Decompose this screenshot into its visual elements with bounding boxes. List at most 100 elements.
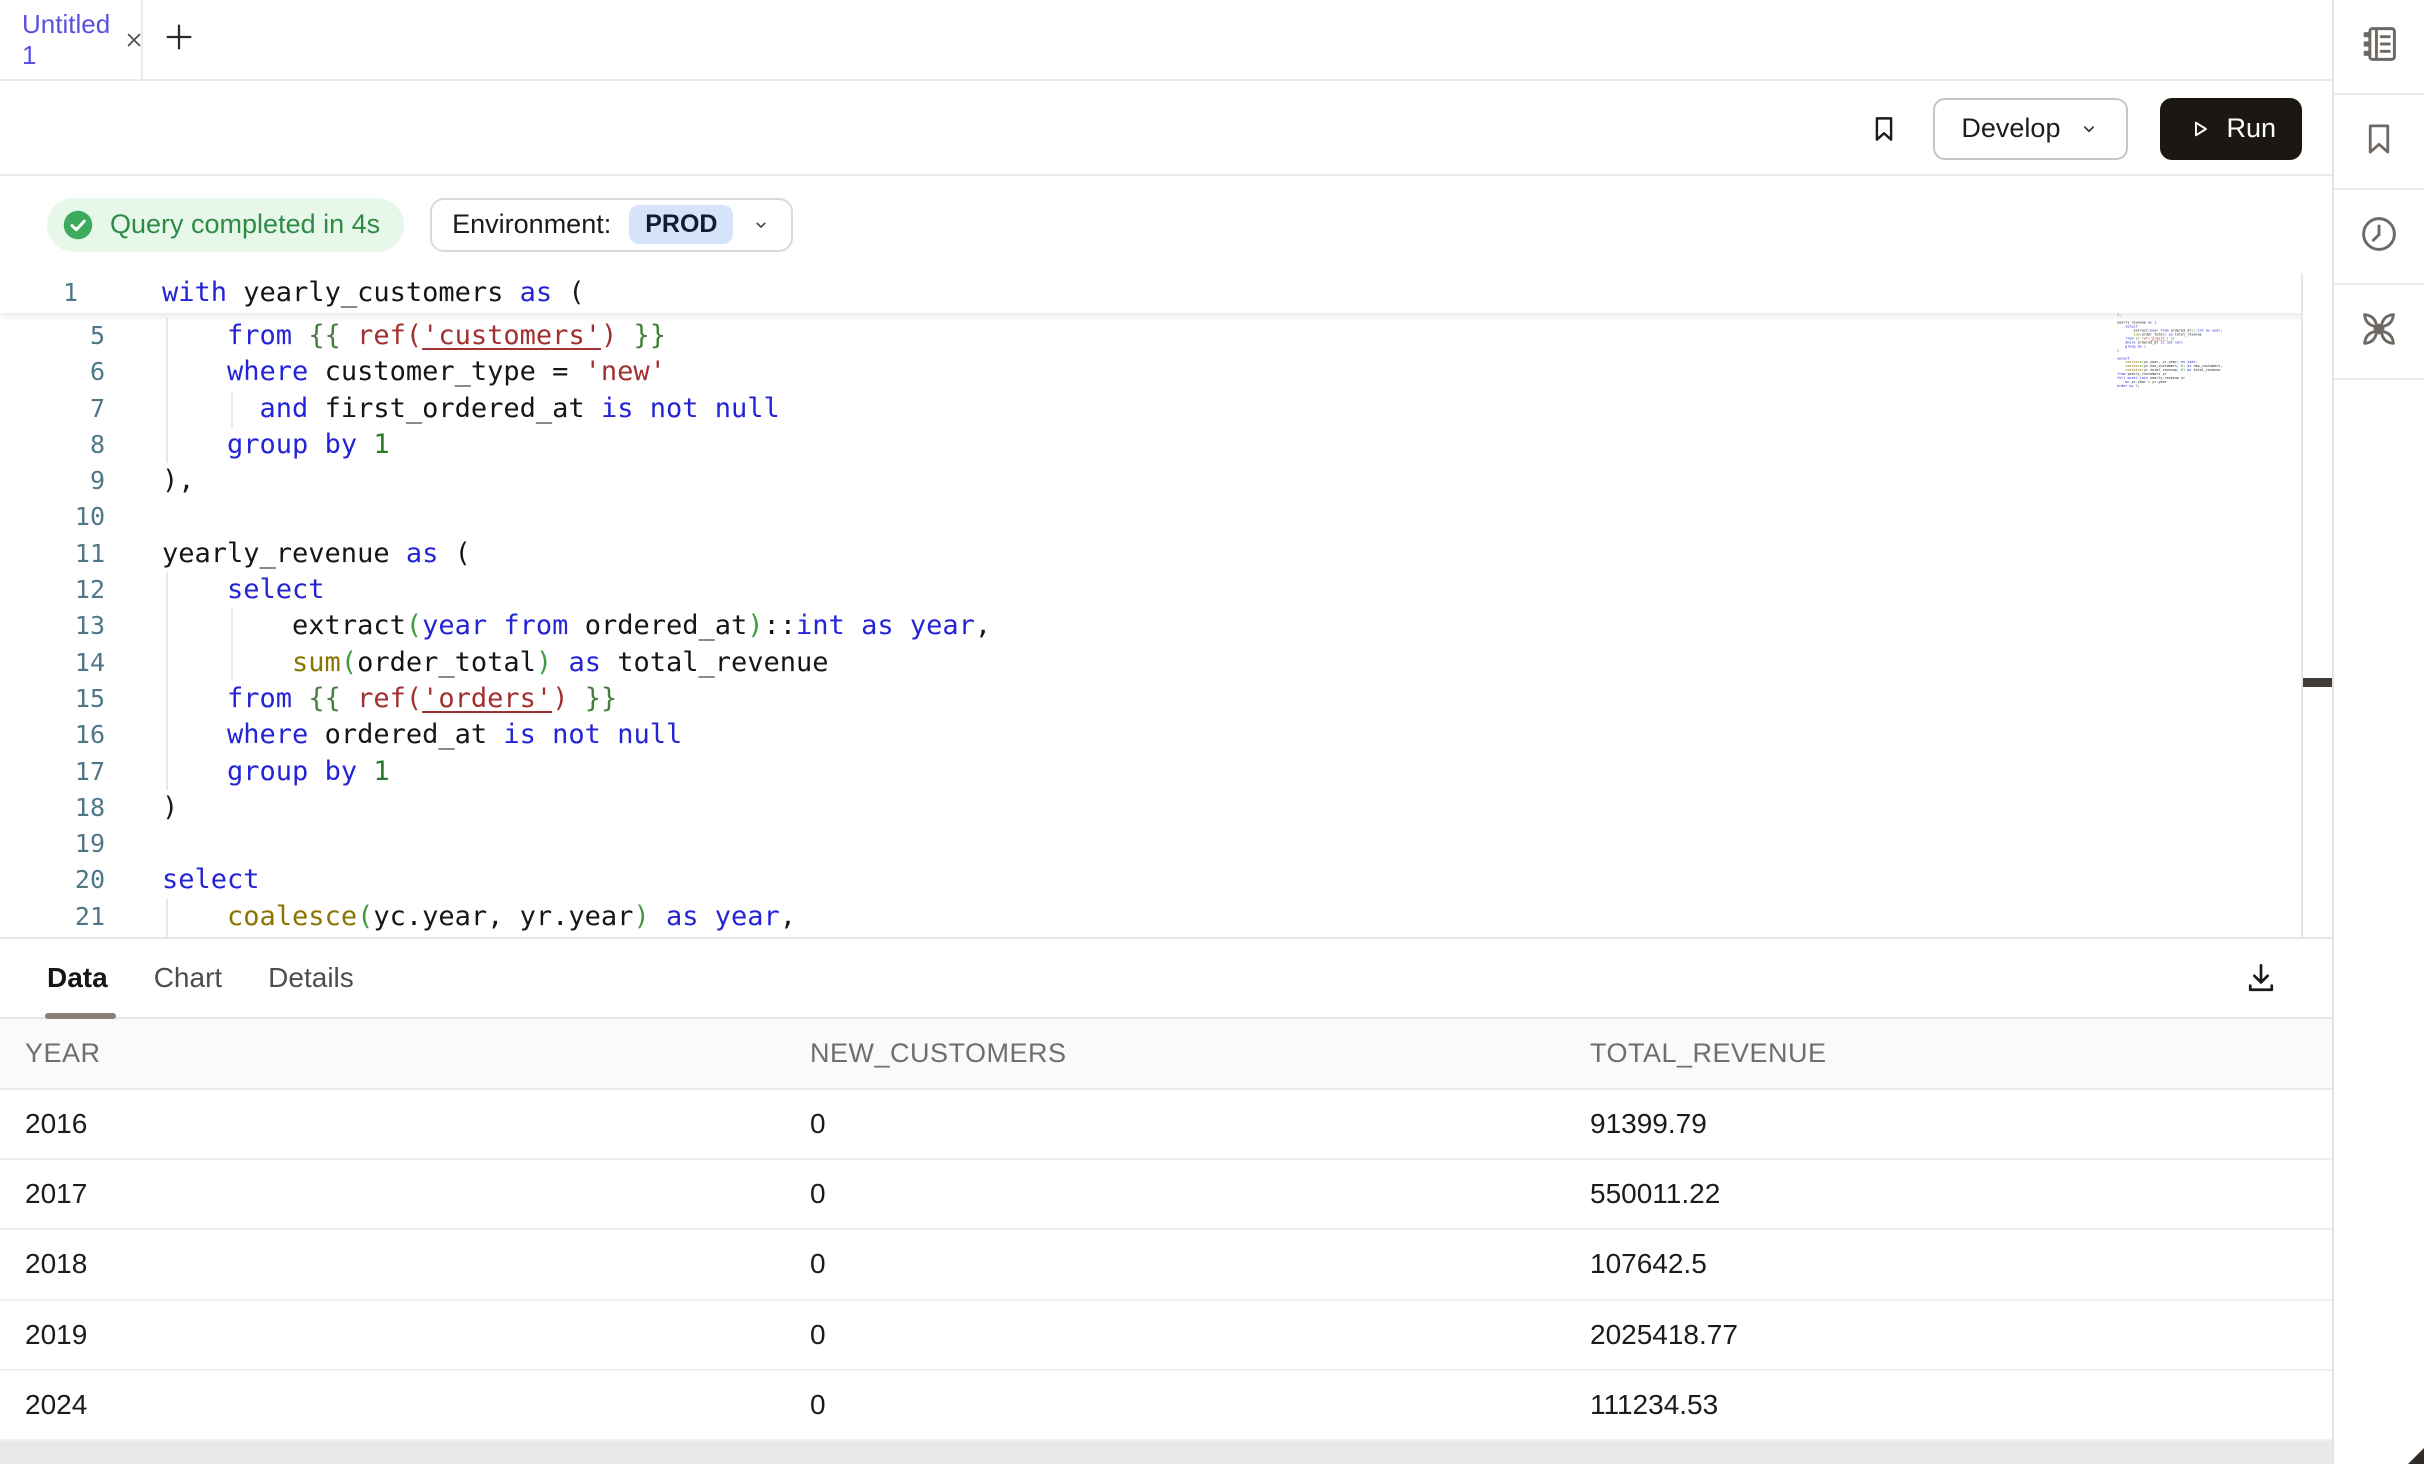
code-line: 8 group by 1 (0, 427, 2301, 463)
code-line: 14 sum(order_total) as total_revenue (0, 645, 2301, 681)
indent-guide (166, 681, 168, 717)
app-window: Untitled 1 Develop Run (0, 0, 2424, 1464)
results-tab-details[interactable]: Details (268, 939, 354, 1017)
line-number: 8 (0, 427, 105, 463)
line-number: 21 (0, 899, 105, 935)
table-cell: 2017 (0, 1178, 785, 1210)
results-tab-chart[interactable]: Chart (154, 939, 222, 1017)
minimap[interactable]: with yearly_customers as ( select extrac… (2117, 281, 2332, 937)
code-line: 10 (0, 499, 2301, 535)
table-row: 201902025418.77 (0, 1301, 2332, 1371)
indent-guide (231, 645, 233, 681)
rail-button-history[interactable] (2334, 190, 2424, 285)
table-cell: 2018 (0, 1248, 785, 1280)
scrollbar-thumb[interactable] (2303, 678, 2332, 687)
line-number: 5 (0, 318, 105, 354)
line-number: 18 (0, 790, 105, 826)
line-number: 6 (0, 354, 105, 390)
line-number: 10 (0, 499, 105, 535)
code-line: 1with yearly_customers as ( (0, 273, 2332, 313)
bookmark-icon (1867, 112, 1901, 146)
check-circle-icon (60, 207, 96, 243)
horizontal-scrollbar[interactable] (0, 1441, 2332, 1464)
table-cell: 550011.22 (1565, 1178, 2332, 1210)
toolbar: Develop Run (0, 83, 2332, 176)
table-cell: 0 (785, 1319, 1565, 1351)
code-line: 13 extract(year from ordered_at)::int as… (0, 608, 2301, 644)
code-editor[interactable]: 1with yearly_customers as ( 5 from {{ re… (0, 273, 2332, 937)
bookmark-button[interactable] (1867, 112, 1901, 146)
table-row: 20180107642.5 (0, 1230, 2332, 1300)
table-body: 2016091399.7920170550011.2220180107642.5… (0, 1090, 2332, 1441)
copilot-icon (2356, 306, 2402, 357)
table-cell: 91399.79 (1565, 1108, 2332, 1140)
indent-guide (166, 318, 168, 354)
download-button[interactable] (2242, 959, 2280, 997)
table-row: 2016091399.79 (0, 1090, 2332, 1160)
rail-button-notebook[interactable] (2334, 0, 2424, 95)
indent-guide (166, 354, 168, 390)
history-icon (2357, 212, 2401, 261)
results-tab-data[interactable]: Data (47, 939, 108, 1017)
indent-guide (231, 608, 233, 644)
notebook-icon (2357, 22, 2401, 71)
table-cell: 2024 (0, 1389, 785, 1421)
indent-guide (166, 391, 168, 427)
table-cell: 2016 (0, 1108, 785, 1140)
develop-button[interactable]: Develop (1933, 98, 2128, 160)
line-number: 9 (0, 463, 105, 499)
table-cell: 107642.5 (1565, 1248, 2332, 1280)
line-number: 12 (0, 572, 105, 608)
table-cell: 0 (785, 1248, 1565, 1280)
tab-untitled-1[interactable]: Untitled 1 (0, 0, 143, 79)
line-number: 14 (0, 645, 105, 681)
table-cell: 0 (785, 1389, 1565, 1421)
environment-badge: PROD (629, 205, 733, 244)
indent-guide (166, 899, 168, 935)
environment-selector[interactable]: Environment: PROD (430, 198, 793, 252)
indent-guide (166, 608, 168, 644)
chevron-down-icon (751, 215, 771, 235)
plus-icon (162, 20, 196, 59)
column-header: TOTAL_REVENUE (1565, 1038, 2332, 1069)
code-lines: 5 from {{ ref('customers') }}6 where cus… (0, 318, 2301, 937)
code-line: 18) (0, 790, 2301, 826)
query-status-text: Query completed in 4s (110, 209, 380, 240)
indent-guide (166, 754, 168, 790)
run-label: Run (2226, 113, 2276, 144)
table-cell: 0 (785, 1178, 1565, 1210)
line-number: 17 (0, 754, 105, 790)
main-area: Untitled 1 Develop Run (0, 0, 2332, 1464)
indent-guide (166, 717, 168, 753)
develop-label: Develop (1961, 113, 2060, 144)
line-number: 19 (0, 826, 105, 862)
column-header: YEAR (0, 1038, 785, 1069)
rail-button-bookmark[interactable] (2334, 95, 2424, 190)
run-button[interactable]: Run (2160, 98, 2302, 160)
table-cell: 2025418.77 (1565, 1319, 2332, 1351)
code-line: 21 coalesce(yc.year, yr.year) as year, (0, 899, 2301, 935)
new-tab-button[interactable] (143, 0, 215, 79)
code-line: 12 select (0, 572, 2301, 608)
results-panel: DataChartDetails YEARNEW_CUSTOMERSTOTAL_… (0, 937, 2332, 1464)
tab-label: Untitled 1 (22, 9, 110, 71)
table-cell: 2019 (0, 1319, 785, 1351)
code-line: 17 group by 1 (0, 754, 2301, 790)
line-number: 15 (0, 681, 105, 717)
query-status-pill: Query completed in 4s (47, 198, 404, 252)
code-line: 19 (0, 826, 2301, 862)
status-row: Query completed in 4s Environment: PROD (0, 176, 2332, 273)
environment-label: Environment: (452, 209, 611, 240)
table-row: 20170550011.22 (0, 1160, 2332, 1230)
download-icon (2242, 959, 2280, 997)
editor-scrollbar[interactable] (2301, 273, 2332, 937)
close-tab-icon[interactable] (123, 29, 145, 51)
resize-corner-handle[interactable] (2408, 1448, 2424, 1464)
rail-button-copilot[interactable] (2334, 285, 2424, 380)
indent-guide (166, 645, 168, 681)
table-row: 20240111234.53 (0, 1371, 2332, 1441)
indent-guide (231, 391, 233, 427)
code-line: 9), (0, 463, 2301, 499)
results-tab-bar: Data Chart Details (0, 939, 2332, 1019)
code-line: 7 and first_ordered_at is not null (0, 391, 2301, 427)
